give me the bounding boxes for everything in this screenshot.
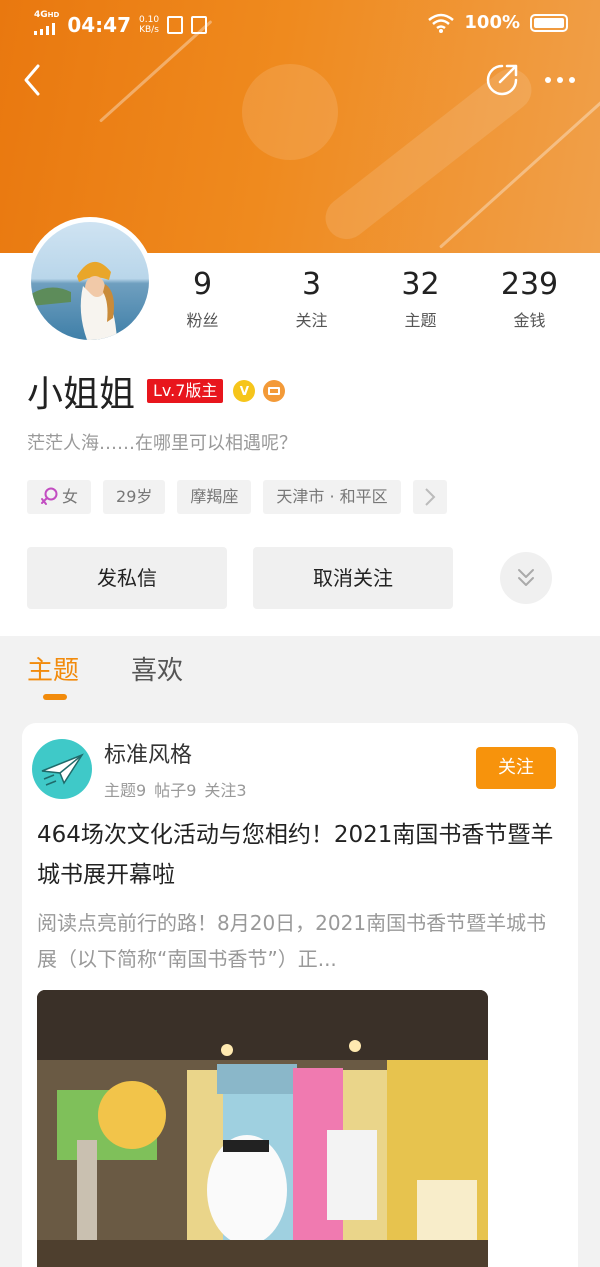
- tab-topics[interactable]: 主题: [27, 650, 79, 687]
- gender-label: 女: [62, 487, 79, 506]
- id-card-icon[interactable]: [263, 380, 286, 402]
- usb-icon: [191, 15, 208, 34]
- stat-coins[interactable]: 239 金钱: [475, 267, 584, 331]
- stat-value: 32: [401, 267, 440, 302]
- tags-more-button[interactable]: [412, 480, 447, 514]
- profile-section: 9 粉丝 3 关注 32 主题 239 金钱 小姐姐 Lv.7版主 V 茫茫人海…: [0, 217, 600, 636]
- name-row: 小姐姐 Lv.7版主 V: [27, 365, 286, 417]
- username: 小姐姐: [27, 374, 136, 415]
- post-title[interactable]: 464场次文化活动与您相约！2021南国书香节暨羊城书展开幕啦: [37, 815, 557, 895]
- status-bar: 4GHD 04:47 0.10 KB/s 100%: [0, 0, 600, 46]
- stat-value: 9: [192, 267, 213, 302]
- stat-label: 金钱: [513, 311, 546, 330]
- forum-follow-count: 关注3: [204, 781, 247, 800]
- forum-post-count: 帖子9: [154, 781, 197, 800]
- speed-unit: KB/s: [139, 24, 159, 35]
- post-card[interactable]: 标准风格 主题9 帖子9 关注3 关注 464场次文化活动与您相约！2021南国…: [22, 723, 578, 1267]
- message-button[interactable]: 发私信: [27, 547, 227, 609]
- female-icon: [41, 487, 58, 505]
- content-tabs: 主题 喜欢: [0, 636, 600, 722]
- battery-icon: [530, 13, 568, 32]
- network-type: 4G: [34, 10, 48, 20]
- avatar[interactable]: [26, 217, 154, 345]
- share-icon[interactable]: [482, 60, 522, 100]
- action-buttons: 发私信 取消关注: [27, 547, 453, 609]
- stat-fans[interactable]: 9 粉丝: [148, 267, 257, 331]
- tag-gender: 女: [27, 480, 92, 514]
- profile-tags: 女 29岁 摩羯座 天津市 · 和平区: [27, 480, 447, 514]
- double-chevron-down-icon: [518, 569, 534, 586]
- tag-age: 29岁: [103, 480, 166, 514]
- signature: 茫茫人海……在哪里可以相遇呢？: [27, 433, 297, 454]
- stat-label: 粉丝: [186, 311, 219, 330]
- stat-value: 239: [500, 267, 559, 302]
- stat-label: 关注: [295, 311, 328, 330]
- chevron-right-icon: [424, 488, 436, 506]
- tag-location: 天津市 · 和平区: [263, 480, 401, 514]
- speed-value: 0.10: [139, 14, 160, 25]
- more-options-icon[interactable]: [540, 70, 580, 90]
- signal-icon: [34, 23, 55, 35]
- tag-zodiac: 摩羯座: [177, 480, 252, 514]
- post-image[interactable]: [37, 990, 488, 1267]
- signal-indicator: 4GHD: [34, 10, 59, 39]
- expand-button[interactable]: [500, 552, 552, 604]
- paper-plane-icon: [41, 753, 84, 786]
- network-speed: 0.10 KB/s: [139, 15, 159, 35]
- top-nav: [0, 58, 600, 102]
- forum-topic-count: 主题9: [104, 781, 147, 800]
- clock: 04:47: [67, 12, 131, 37]
- stat-following[interactable]: 3 关注: [257, 267, 366, 331]
- stat-topics[interactable]: 32 主题: [366, 267, 475, 331]
- stats-row: 9 粉丝 3 关注 32 主题 239 金钱: [148, 267, 584, 331]
- forum-name[interactable]: 标准风格: [104, 737, 192, 769]
- wifi-icon: [428, 13, 455, 33]
- back-arrow-icon[interactable]: [18, 60, 54, 100]
- forum-stats: 主题9 帖子9 关注3: [104, 777, 247, 801]
- level-badge[interactable]: Lv.7版主: [147, 379, 224, 403]
- follow-forum-button[interactable]: 关注: [476, 747, 556, 789]
- notification-icon: [167, 15, 184, 34]
- tab-likes[interactable]: 喜欢: [131, 650, 183, 687]
- forum-avatar[interactable]: [32, 739, 92, 799]
- active-tab-indicator: [43, 694, 67, 700]
- stat-value: 3: [301, 267, 322, 302]
- unfollow-button[interactable]: 取消关注: [253, 547, 453, 609]
- battery-percent: 100%: [464, 12, 520, 33]
- stat-label: 主题: [404, 311, 437, 330]
- network-sub: HD: [47, 11, 60, 19]
- post-excerpt[interactable]: 阅读点亮前行的路！8月20日，2021南国书香节暨羊城书展（以下简称“南国书香节…: [37, 905, 562, 977]
- avatar-photo: [31, 222, 149, 340]
- verified-icon[interactable]: V: [233, 380, 256, 402]
